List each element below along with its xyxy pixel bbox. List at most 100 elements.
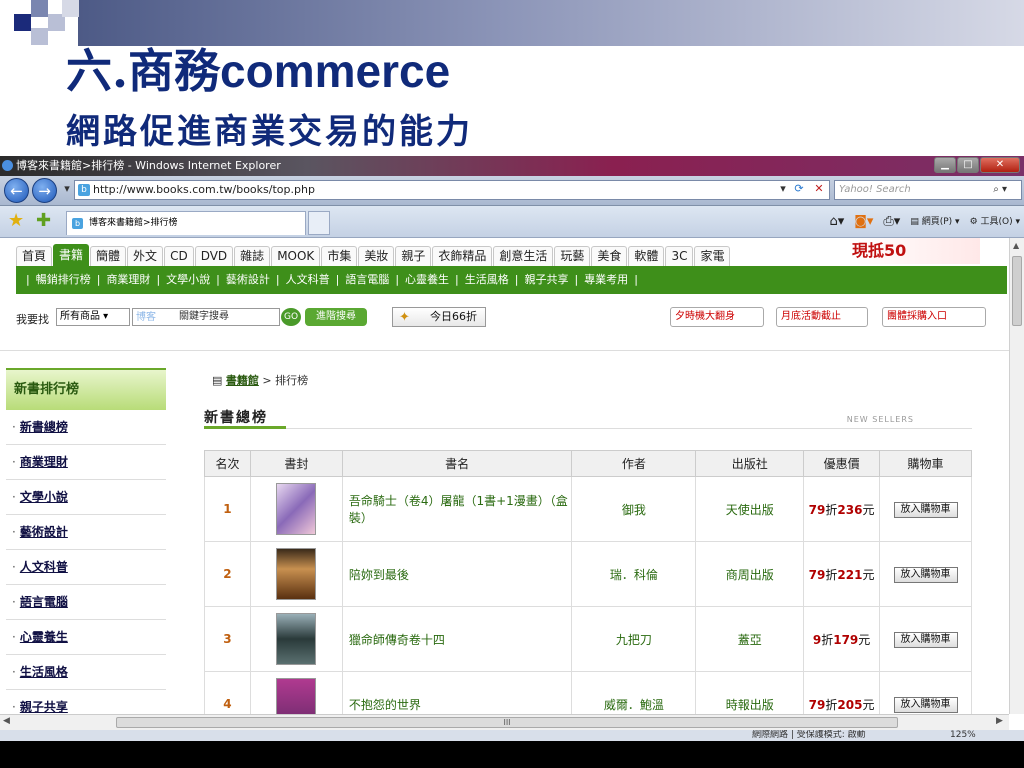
subnav-link[interactable]: 文學小說 <box>160 273 216 286</box>
today-deal-button[interactable]: ✦ 今日66折 <box>392 307 486 327</box>
add-to-cart-button[interactable]: 放入購物車 <box>893 631 958 648</box>
close-button[interactable]: ✕ <box>980 157 1020 173</box>
add-to-cart-button[interactable]: 放入購物車 <box>893 501 958 518</box>
subnav-link[interactable]: 人文科普 <box>280 273 336 286</box>
promo-button-1[interactable]: 夕時機大翻身 <box>670 307 764 327</box>
category-tab[interactable]: 創意生活 <box>493 246 554 266</box>
book-title-link[interactable]: 陪妳到最後 <box>341 541 573 607</box>
go-button[interactable]: GO <box>281 308 301 326</box>
home-icon[interactable]: ⌂▾ <box>829 212 844 232</box>
sidebar-item[interactable]: · 藝術設計 <box>6 515 166 550</box>
category-tab[interactable]: 書籍 <box>53 244 90 266</box>
category-tab[interactable]: 玩藝 <box>554 246 591 266</box>
keyword-input[interactable]: 博客 關鍵字搜尋 <box>132 308 280 326</box>
tools-menu[interactable]: ⚙ 工具(O) ▾ <box>970 212 1020 232</box>
subnav-link[interactable]: 親子共享 <box>518 273 574 286</box>
breadcrumb-link[interactable]: 書籍館 <box>226 374 259 387</box>
sidebar-item[interactable]: · 生活風格 <box>6 655 166 690</box>
sidebar-link[interactable]: 新書總榜 <box>20 420 68 434</box>
forward-button[interactable]: → <box>32 178 57 203</box>
author-link[interactable]: 九把刀 <box>571 606 697 672</box>
page-menu[interactable]: ▤ 網頁(P) ▾ <box>910 212 959 232</box>
sidebar-link[interactable]: 親子共享 <box>20 700 68 714</box>
scroll-right-icon[interactable]: ▶ <box>996 716 1003 726</box>
subnav-link[interactable]: 語言電腦 <box>339 273 395 286</box>
subnav-link[interactable]: 生活風格 <box>459 273 515 286</box>
vertical-scrollbar[interactable]: ▲ <box>1009 238 1024 714</box>
add-favorites-icon[interactable]: ✚ <box>36 211 51 231</box>
sidebar-link[interactable]: 商業理財 <box>20 455 68 469</box>
advanced-search-button[interactable]: 進階搜尋 <box>305 308 367 326</box>
new-tab-button[interactable] <box>308 211 330 235</box>
category-tab[interactable]: 衣飾精品 <box>432 246 493 266</box>
publisher-link[interactable]: 天使出版 <box>695 476 805 542</box>
sidebar-link[interactable]: 文學小說 <box>20 490 68 504</box>
tab-current[interactable]: b 博客來書籍館>排行榜 <box>66 211 306 235</box>
book-cover-image[interactable] <box>276 548 317 600</box>
sidebar-link[interactable]: 藝術設計 <box>20 525 68 539</box>
book-cover-image[interactable] <box>276 483 317 535</box>
search-input[interactable]: Yahoo! Search ⌕ ▾ <box>834 180 1022 200</box>
add-to-cart-button[interactable]: 放入購物車 <box>893 566 958 583</box>
sidebar-link[interactable]: 人文科普 <box>20 560 68 574</box>
add-to-cart-button[interactable]: 放入購物車 <box>893 696 958 713</box>
horizontal-scrollbar[interactable]: ◀ III ▶ <box>0 714 1009 730</box>
promo-button-3[interactable]: 團體採購入口 <box>882 307 986 327</box>
author-link[interactable]: 威爾．鮑溫 <box>571 671 697 714</box>
book-cover-image[interactable] <box>276 613 317 665</box>
sidebar-item[interactable]: · 語言電腦 <box>6 585 166 620</box>
sidebar-item[interactable]: · 商業理財 <box>6 445 166 480</box>
sidebar-link[interactable]: 心靈養生 <box>20 630 68 644</box>
promo-button-2[interactable]: 月底活動截止 <box>776 307 868 327</box>
sidebar-link[interactable]: 生活風格 <box>20 665 68 679</box>
hscroll-thumb[interactable]: III <box>116 717 898 728</box>
category-tab[interactable]: 美妝 <box>358 246 395 266</box>
sidebar-item[interactable]: · 心靈養生 <box>6 620 166 655</box>
category-tab[interactable]: 軟體 <box>628 246 665 266</box>
category-tab[interactable]: 3C <box>665 246 694 266</box>
publisher-link[interactable]: 蓋亞 <box>695 606 805 672</box>
category-tab[interactable]: 雜誌 <box>234 246 271 266</box>
refresh-icon[interactable]: ⟳ <box>790 180 808 200</box>
subnav-link[interactable]: 專業考用 <box>578 273 634 286</box>
category-tab[interactable]: 家電 <box>694 246 731 266</box>
sidebar-item[interactable]: · 親子共享 <box>6 690 166 714</box>
category-tab[interactable]: 首頁 <box>16 246 53 266</box>
address-input[interactable]: b http://www.books.com.tw/books/top.php <box>74 180 830 200</box>
print-icon[interactable]: ⎙▾ <box>883 212 900 232</box>
subnav-link[interactable]: 心靈養生 <box>399 273 455 286</box>
category-tab[interactable]: DVD <box>194 246 234 266</box>
scroll-thumb[interactable] <box>1012 256 1022 326</box>
feeds-icon[interactable]: ◙▾ <box>854 212 873 232</box>
author-link[interactable]: 瑞．科倫 <box>571 541 697 607</box>
scroll-left-icon[interactable]: ◀ <box>3 716 10 726</box>
minimize-button[interactable]: ▁ <box>934 157 956 173</box>
stop-icon[interactable]: ✕ <box>810 180 828 200</box>
category-tab[interactable]: 市集 <box>321 246 358 266</box>
scroll-up-icon[interactable]: ▲ <box>1013 241 1019 250</box>
category-tab[interactable]: 親子 <box>395 246 432 266</box>
maximize-button[interactable]: □ <box>957 157 979 173</box>
book-title-link[interactable]: 不抱怨的世界 <box>341 671 573 714</box>
favorites-star-icon[interactable]: ★ <box>8 211 24 231</box>
publisher-link[interactable]: 時報出版 <box>695 671 805 714</box>
book-title-link[interactable]: 吾命騎士（卷4）屠龍（1書+1漫畫）（盒裝） <box>341 476 573 542</box>
book-title-link[interactable]: 獵命師傳奇卷十四 <box>341 606 573 672</box>
category-tab[interactable]: 簡體 <box>90 246 127 266</box>
book-cover-image[interactable] <box>276 678 317 714</box>
scope-select[interactable]: 所有商品 ▾ <box>56 308 130 326</box>
sidebar-item[interactable]: · 人文科普 <box>6 550 166 585</box>
subnav-link[interactable]: 藝術設計 <box>220 273 276 286</box>
category-tab[interactable]: 美食 <box>591 246 628 266</box>
author-link[interactable]: 御我 <box>571 476 697 542</box>
subnav-link[interactable]: 暢銷排行榜 <box>30 273 97 286</box>
category-tab[interactable]: MOOK <box>271 246 321 266</box>
search-icon[interactable]: ⌕ ▾ <box>993 181 1007 199</box>
category-tab[interactable]: CD <box>164 246 194 266</box>
publisher-link[interactable]: 商周出版 <box>695 541 805 607</box>
sidebar-item[interactable]: · 文學小說 <box>6 480 166 515</box>
sidebar-item[interactable]: · 新書總榜 <box>6 410 166 445</box>
sidebar-link[interactable]: 語言電腦 <box>20 595 68 609</box>
promo-banner[interactable]: 現抵50 <box>848 238 980 264</box>
zoom-level[interactable]: 125% <box>950 730 976 741</box>
